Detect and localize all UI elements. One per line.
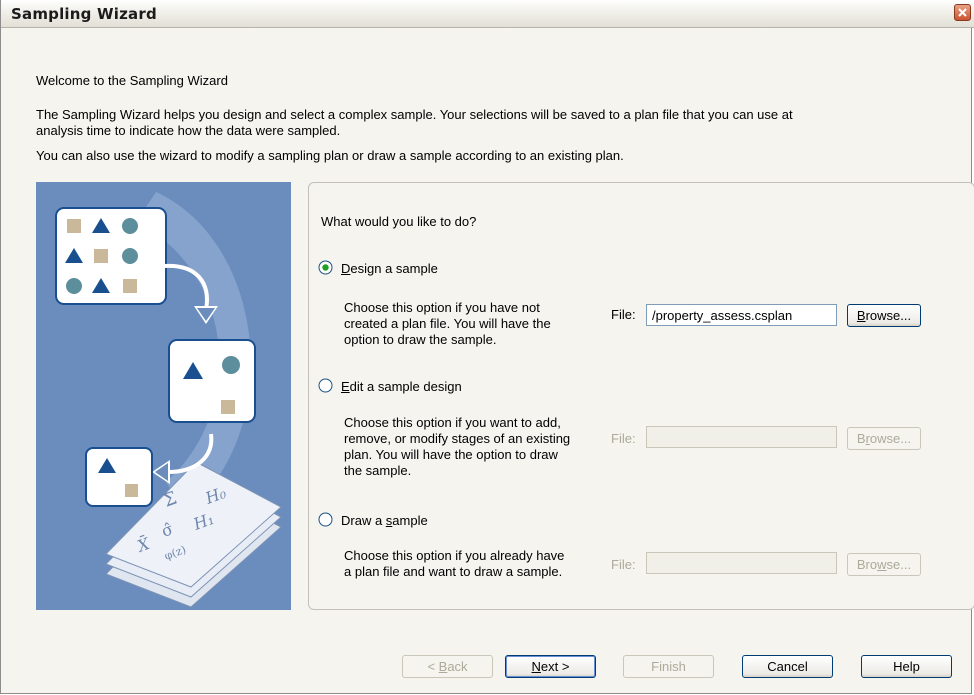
intro-text-line2: analysis time to indicate how the data w… xyxy=(36,123,341,138)
design-sample-description: Choose this option if you have not creat… xyxy=(344,300,551,347)
close-button[interactable] xyxy=(954,4,971,21)
design-browse-button[interactable]: Browse... xyxy=(847,304,921,327)
sampling-wizard-window: Sampling Wizard Welcome to the Sampling … xyxy=(0,0,974,694)
intro-text-line3: You can also use the wizard to modify a … xyxy=(36,148,624,163)
close-icon xyxy=(958,8,967,17)
stage1-sample-card xyxy=(168,339,256,423)
design-file-input[interactable]: /property_assess.csplan xyxy=(646,304,837,326)
edit-sample-description: Choose this option if you want to add, r… xyxy=(344,415,571,478)
design-file-label: File: xyxy=(611,307,636,322)
finish-button[interactable]: Finish xyxy=(623,655,714,678)
edit-browse-button[interactable]: Browse... xyxy=(847,427,921,450)
back-button[interactable]: < Back xyxy=(402,655,493,678)
population-card xyxy=(55,207,167,305)
question-label: What would you like to do? xyxy=(321,214,477,229)
edit-file-label: File: xyxy=(611,431,636,446)
draw-sample-radio[interactable] xyxy=(318,512,333,527)
window-title: Sampling Wizard xyxy=(11,5,157,23)
draw-file-input[interactable] xyxy=(646,552,837,574)
stage2-sample-card xyxy=(85,447,153,507)
edit-file-input[interactable] xyxy=(646,426,837,448)
draw-sample-description: Choose this option if you already have a… xyxy=(344,548,565,579)
help-button[interactable]: Help xyxy=(861,655,952,678)
draw-sample-label[interactable]: Draw a sample xyxy=(341,513,428,528)
edit-sample-radio[interactable] xyxy=(318,378,333,393)
welcome-heading: Welcome to the Sampling Wizard xyxy=(36,73,228,88)
next-button[interactable]: Next > xyxy=(505,655,596,678)
title-bar: Sampling Wizard xyxy=(1,0,974,28)
draw-file-label: File: xyxy=(611,557,636,572)
options-panel xyxy=(308,182,974,610)
design-sample-label[interactable]: Design a sample xyxy=(341,261,438,276)
intro-text-line1: The Sampling Wizard helps you design and… xyxy=(36,107,793,122)
draw-browse-button[interactable]: Browse... xyxy=(847,553,921,576)
cancel-button[interactable]: Cancel xyxy=(742,655,833,678)
edit-sample-label[interactable]: Edit a sample design xyxy=(341,379,462,394)
design-sample-radio[interactable] xyxy=(318,260,333,275)
wizard-illustration: Σ H₀ H₁ σ̂ X̄ φ(z) xyxy=(36,182,291,610)
